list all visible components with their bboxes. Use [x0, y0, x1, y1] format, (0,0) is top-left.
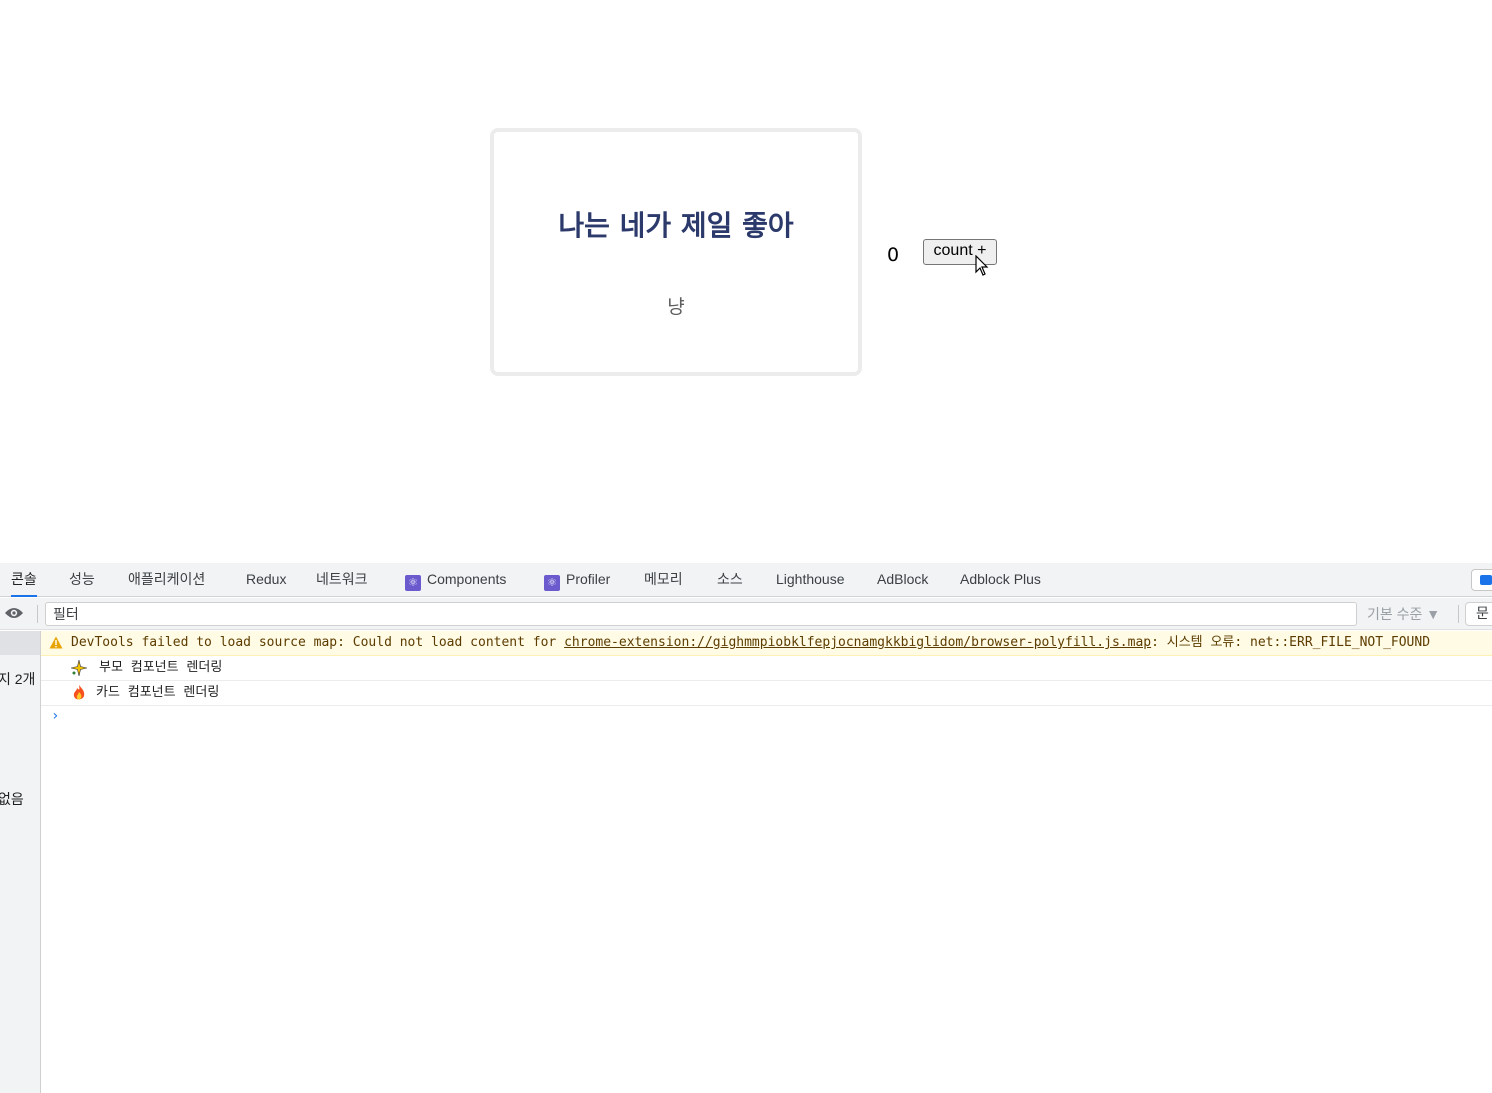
console-filter-bar: 필터 기본 수준 ▼ 문	[0, 598, 1492, 630]
react-icon: ⚛	[544, 575, 560, 591]
devtools-tabbar: 콘솔 성능 애플리케이션 Redux 네트워크 ⚛ Components ⚛ Pro…	[0, 563, 1492, 597]
eye-icon[interactable]	[4, 606, 24, 620]
fire-icon	[73, 685, 85, 700]
sidebar-messages-count[interactable]: 지 2개	[0, 669, 35, 689]
console-output: DevTools failed to load source map: Coul…	[41, 631, 1492, 1093]
card-body-text: 냥	[667, 296, 685, 318]
warning-text: DevTools failed to load source map: Coul…	[71, 635, 1431, 650]
tab-memory[interactable]: 메모리	[644, 563, 683, 597]
tab-components[interactable]: ⚛ Components	[405, 563, 506, 597]
tab-application[interactable]: 애플리케이션	[128, 563, 205, 597]
console-sidebar: 지 2개 없음	[0, 631, 41, 1093]
log-text: 부모 컴포넌트 렌더링	[99, 660, 223, 675]
divider	[37, 605, 38, 623]
divider	[1458, 605, 1459, 623]
react-icon: ⚛	[405, 575, 421, 591]
card-title: 나는 네가 제일 좋아	[558, 209, 794, 242]
tab-redux[interactable]: Redux	[246, 563, 286, 597]
tab-profiler[interactable]: ⚛ Profiler	[544, 563, 610, 597]
messages-icon[interactable]	[1471, 569, 1492, 591]
devtools-panel: 콘솔 성능 애플리케이션 Redux 네트워크 ⚛ Components ⚛ Pro…	[0, 563, 1492, 1093]
card: 나는 네가 제일 좋아 냥	[490, 128, 862, 376]
console-warning-row: DevTools failed to load source map: Coul…	[41, 631, 1492, 656]
tab-performance[interactable]: 성능	[69, 563, 95, 597]
tab-network[interactable]: 네트워크	[316, 563, 368, 597]
log-level-select[interactable]: 기본 수준 ▼	[1367, 604, 1440, 624]
console-prompt-chevron-icon[interactable]: ›	[51, 708, 59, 724]
sidebar-selected-item[interactable]	[0, 631, 40, 655]
tab-adblock-plus[interactable]: Adblock Plus	[960, 563, 1041, 597]
issues-button[interactable]: 문	[1465, 602, 1492, 626]
console-log-row: 카드 컴포넌트 렌더링	[41, 681, 1492, 706]
tab-lighthouse[interactable]: Lighthouse	[776, 563, 845, 597]
mouse-cursor-icon	[975, 255, 989, 276]
log-text: 카드 컴포넌트 렌더링	[96, 685, 220, 700]
tab-console[interactable]: 콘솔	[11, 563, 37, 597]
warning-icon	[49, 636, 63, 649]
sidebar-none-label[interactable]: 없음	[0, 789, 24, 809]
source-map-link[interactable]: chrome-extension://gighmmpiobklfepjocnam…	[564, 635, 1151, 650]
count-value: 0	[887, 244, 900, 266]
sparkle-icon	[71, 660, 87, 676]
tab-sources[interactable]: 소스	[717, 563, 743, 597]
filter-input[interactable]: 필터	[45, 602, 1357, 626]
tab-adblock[interactable]: AdBlock	[877, 563, 928, 597]
console-log-row: 부모 컴포넌트 렌더링	[41, 656, 1492, 681]
page-viewport: 나는 네가 제일 좋아 냥 0 count +	[0, 0, 1492, 563]
